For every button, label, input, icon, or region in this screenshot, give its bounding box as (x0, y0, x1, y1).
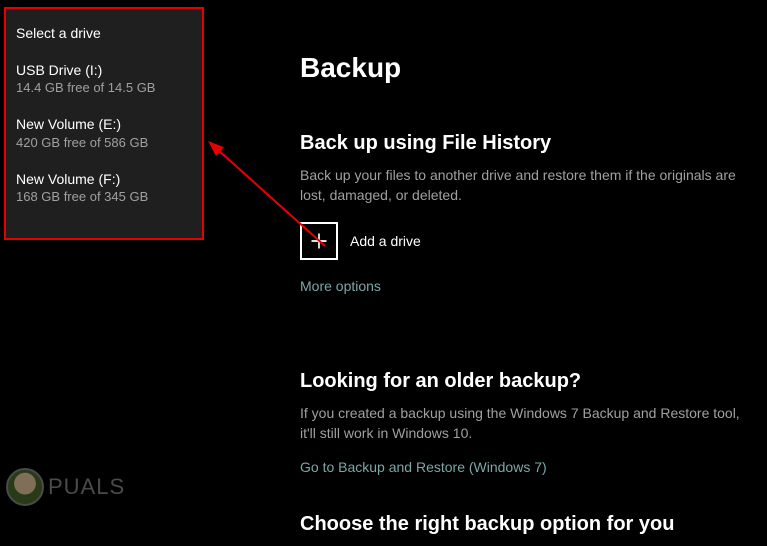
drive-name: New Volume (F:) (16, 170, 192, 188)
older-backup-heading: Looking for an older backup? (300, 370, 750, 393)
file-history-desc: Back up your files to another drive and … (300, 165, 750, 206)
add-drive-button[interactable]: Add a drive (300, 222, 750, 260)
add-drive-label: Add a drive (350, 233, 421, 249)
drive-item-usb-i[interactable]: USB Drive (I:) 14.4 GB free of 14.5 GB (16, 61, 192, 97)
flyout-heading: Select a drive (16, 25, 192, 41)
main-content: Backup Back up using File History Back u… (300, 52, 750, 546)
watermark-avatar-icon (6, 468, 44, 506)
watermark-text: PUALS (48, 474, 125, 500)
drive-free: 14.4 GB free of 14.5 GB (16, 79, 192, 97)
section-older-backup: Looking for an older backup? If you crea… (300, 370, 750, 478)
drive-free: 168 GB free of 345 GB (16, 188, 192, 206)
page-title: Backup (300, 52, 750, 84)
drive-item-new-volume-f[interactable]: New Volume (F:) 168 GB free of 345 GB (16, 170, 192, 206)
file-history-heading: Back up using File History (300, 132, 750, 155)
drive-name: New Volume (E:) (16, 115, 192, 133)
backup-restore-win7-link[interactable]: Go to Backup and Restore (Windows 7) (300, 459, 547, 475)
watermark: PUALS (6, 468, 125, 506)
section-file-history: Back up using File History Back up your … (300, 132, 750, 334)
older-backup-desc: If you created a backup using the Window… (300, 403, 750, 444)
more-options-link[interactable]: More options (300, 278, 381, 294)
plus-icon (300, 222, 338, 260)
select-drive-flyout: Select a drive USB Drive (I:) 14.4 GB fr… (4, 7, 204, 240)
drive-item-new-volume-e[interactable]: New Volume (E:) 420 GB free of 586 GB (16, 115, 192, 151)
drive-free: 420 GB free of 586 GB (16, 134, 192, 152)
choose-backup-heading: Choose the right backup option for you (300, 513, 750, 536)
drive-name: USB Drive (I:) (16, 61, 192, 79)
